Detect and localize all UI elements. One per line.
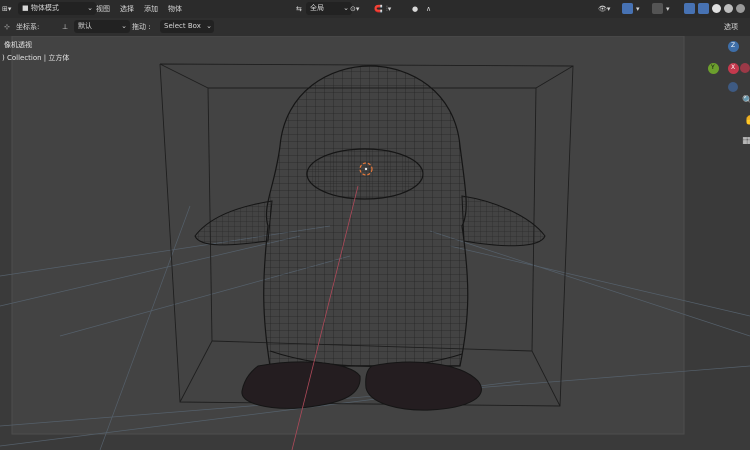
shading-wireframe-icon[interactable]: [698, 3, 709, 14]
drag-dropdown[interactable]: Select Box ⌄: [160, 20, 214, 33]
menu-object[interactable]: 物体: [168, 0, 182, 18]
camera-view-icon[interactable]: ▦: [742, 136, 750, 146]
overlays-toggle-icon[interactable]: [652, 3, 663, 14]
mode-label: 物体模式: [30, 4, 59, 12]
chevron-down-icon: ⌄: [343, 4, 349, 12]
transform-affect-icon[interactable]: ⊹: [4, 18, 10, 36]
collection-path: ) Collection | 立方体: [2, 54, 70, 62]
shading-solid-icon[interactable]: [712, 4, 721, 13]
pan-hand-icon[interactable]: ✋: [744, 116, 750, 126]
gizmo-z-axis[interactable]: Z: [728, 41, 739, 52]
3d-viewport[interactable]: 像机透视 ) Collection | 立方体 Z Y X 🔍 ✋ ▦: [0, 36, 750, 450]
gizmo-y-label: Y: [711, 64, 715, 71]
transform-orientation-dropdown[interactable]: 全局 ⌄: [306, 2, 352, 15]
shading-rendered-icon[interactable]: [736, 4, 745, 13]
zoom-icon[interactable]: 🔍: [742, 96, 750, 106]
snap-settings-icon[interactable]: ⫶▾: [386, 0, 391, 18]
coord-system-dropdown[interactable]: 默认 ⌄: [74, 20, 130, 33]
transform-orientation-icon: ⇆: [296, 5, 302, 13]
menu-select[interactable]: 选择: [120, 0, 134, 18]
header-bar: ⊞▾ ■ 物体模式 ⌄ 视图 选择 添加 物体 ⇆ 全局 ⌄ ⊙▾ 🧲 ⫶▾ ●…: [0, 0, 750, 18]
overlays-dropdown-icon[interactable]: ▾: [666, 0, 670, 18]
gizmo-x-axis[interactable]: X: [728, 63, 739, 74]
object-mode-icon: ■: [22, 4, 29, 12]
gizmo-x-label: X: [731, 64, 736, 71]
transform-orientation-value: 全局: [310, 4, 324, 12]
gizmo-toggle-icon[interactable]: [622, 3, 633, 14]
mode-dropdown[interactable]: ■ 物体模式 ⌄: [18, 2, 96, 15]
snap-icon[interactable]: 🧲: [374, 0, 383, 18]
shading-material-icon[interactable]: [724, 4, 733, 13]
view-name: 像机透视: [4, 41, 32, 49]
navigation-gizmo[interactable]: Z Y X: [700, 36, 750, 96]
viewport-canvas: [0, 36, 750, 450]
coord-system-value: 默认: [78, 22, 92, 30]
gizmo-neg-x-axis[interactable]: [740, 63, 750, 73]
editor-type-icon[interactable]: ⊞▾: [2, 0, 11, 18]
options-button[interactable]: 选项: [724, 18, 738, 36]
chevron-down-icon: ⌄: [206, 22, 212, 30]
gizmo-dropdown-icon[interactable]: ▾: [636, 0, 640, 18]
chevron-down-icon: ⌄: [121, 22, 127, 30]
menu-view[interactable]: 视图: [96, 0, 110, 18]
falloff-icon[interactable]: ∧: [426, 0, 431, 18]
coord-system-label: 坐标系:: [16, 23, 40, 31]
visibility-icon[interactable]: 👁▾: [598, 0, 610, 18]
drag-label: 拖动 :: [132, 23, 151, 31]
coord-system-icon: ⊥: [62, 23, 69, 31]
gizmo-y-axis[interactable]: Y: [708, 63, 719, 74]
gizmo-neg-z-axis[interactable]: [728, 82, 738, 92]
pivot-point-icon[interactable]: ⊙▾: [350, 0, 359, 18]
gizmo-z-label: Z: [731, 42, 736, 49]
tool-settings-bar: ⊹ 坐标系: ⊥ 默认 ⌄ 拖动 : Select Box ⌄ 选项: [0, 18, 750, 36]
menu-add[interactable]: 添加: [144, 0, 158, 18]
drag-value: Select Box: [164, 22, 201, 30]
chevron-down-icon: ⌄: [87, 4, 93, 12]
proportional-edit-icon[interactable]: ●: [412, 0, 418, 18]
xray-toggle-icon[interactable]: [684, 3, 695, 14]
